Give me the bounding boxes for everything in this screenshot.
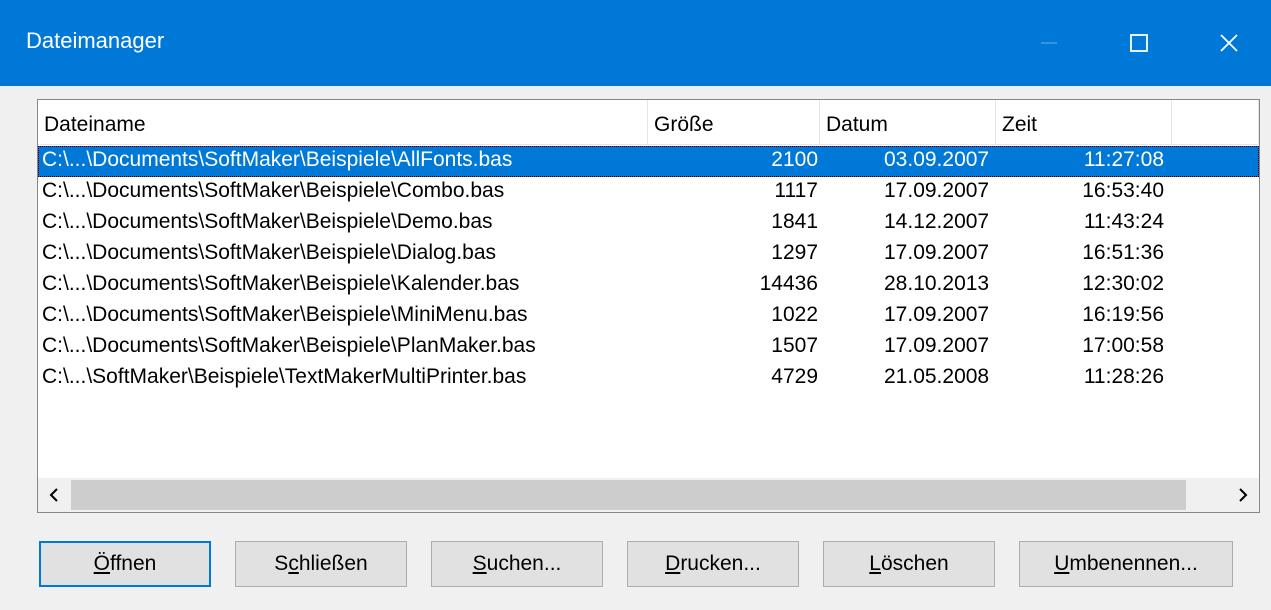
- file-name-cell: C:\...\Documents\SoftMaker\Beispiele\Com…: [42, 179, 505, 202]
- rename-button-label-post: mbenennen...: [1069, 552, 1198, 575]
- scrollbar-thumb[interactable]: [71, 480, 1186, 510]
- table-row[interactable]: C:\...\Documents\SoftMaker\Beispiele\Com…: [38, 177, 1259, 208]
- table-row[interactable]: C:\...\Documents\SoftMaker\Beispiele\All…: [38, 146, 1259, 177]
- file-size-cell: 1841: [771, 210, 818, 233]
- file-name-cell: C:\...\Documents\SoftMaker\Beispiele\Min…: [42, 303, 528, 326]
- print-button-label-post: rucken...: [680, 552, 761, 575]
- delete-button[interactable]: Löschen: [823, 541, 995, 587]
- table-row[interactable]: C:\...\Documents\SoftMaker\Beispiele\Dia…: [38, 239, 1259, 270]
- file-date-cell: 17.09.2007: [884, 334, 990, 357]
- column-header-filler: [1172, 100, 1259, 145]
- file-date-cell: 17.09.2007: [884, 179, 990, 202]
- horizontal-scrollbar[interactable]: [38, 478, 1259, 512]
- print-button[interactable]: Drucken...: [627, 541, 799, 587]
- close-button[interactable]: [1184, 0, 1271, 86]
- file-time-cell: 16:19:56: [1082, 303, 1164, 326]
- file-size-cell: 1297: [771, 241, 818, 264]
- file-time-cell: 11:27:08: [1083, 148, 1164, 171]
- file-date-cell: 17.09.2007: [884, 241, 990, 264]
- file-name-cell: C:\...\SoftMaker\Beispiele\TextMakerMult…: [42, 365, 527, 388]
- file-date-cell: 28.10.2013: [884, 272, 990, 295]
- close-icon: [1220, 34, 1238, 52]
- file-date-cell: 21.05.2008: [884, 365, 990, 388]
- chevron-right-icon: [1239, 488, 1248, 502]
- minimize-icon: [1041, 42, 1057, 44]
- file-name-cell: C:\...\Documents\SoftMaker\Beispiele\Dia…: [42, 241, 497, 264]
- table-row[interactable]: C:\...\Documents\SoftMaker\Beispiele\Kal…: [38, 270, 1259, 301]
- column-header-time[interactable]: Zeit: [996, 100, 1172, 145]
- list-header: Dateiname Größe Datum Zeit: [38, 100, 1259, 146]
- file-name-cell: C:\...\Documents\SoftMaker\Beispiele\Kal…: [42, 272, 520, 295]
- file-size-cell: 1117: [774, 179, 818, 202]
- scroll-right-button[interactable]: [1227, 478, 1259, 512]
- maximize-button[interactable]: [1094, 0, 1184, 86]
- file-size-cell: 1507: [771, 334, 818, 357]
- search-button[interactable]: Suchen...: [431, 541, 603, 587]
- column-header-name[interactable]: Dateiname: [38, 100, 648, 145]
- open-button-accelerator: Ö: [93, 552, 110, 575]
- file-time-cell: 11:28:26: [1083, 365, 1164, 388]
- open-button-label-post: ffnen: [110, 552, 157, 575]
- maximize-icon: [1130, 34, 1148, 52]
- rename-button[interactable]: Umbenennen...: [1019, 541, 1233, 587]
- delete-button-accelerator: L: [869, 552, 881, 575]
- file-size-cell: 14436: [759, 272, 818, 295]
- print-button-accelerator: D: [665, 552, 681, 575]
- file-list[interactable]: Dateiname Größe Datum Zeit C:\...\Docume…: [37, 99, 1260, 513]
- file-date-cell: 17.09.2007: [884, 303, 990, 326]
- table-row[interactable]: C:\...\SoftMaker\Beispiele\TextMakerMult…: [38, 363, 1259, 394]
- close-file-button[interactable]: Schließen: [235, 541, 407, 587]
- search-button-accelerator: S: [472, 552, 487, 575]
- file-time-cell: 16:51:36: [1082, 241, 1164, 264]
- search-button-label-post: uchen...: [486, 552, 562, 575]
- table-row[interactable]: C:\...\Documents\SoftMaker\Beispiele\Min…: [38, 301, 1259, 332]
- list-rows: C:\...\Documents\SoftMaker\Beispiele\All…: [38, 146, 1259, 394]
- close-button-label-post: hließen: [298, 552, 368, 575]
- file-name-cell: C:\...\Documents\SoftMaker\Beispiele\Dem…: [42, 210, 493, 233]
- table-row[interactable]: C:\...\Documents\SoftMaker\Beispiele\Dem…: [38, 208, 1259, 239]
- column-header-date[interactable]: Datum: [820, 100, 996, 145]
- file-name-cell: C:\...\Documents\SoftMaker\Beispiele\All…: [42, 148, 513, 171]
- delete-button-label-post: öschen: [880, 552, 949, 575]
- table-row[interactable]: C:\...\Documents\SoftMaker\Beispiele\Pla…: [38, 332, 1259, 363]
- file-name-cell: C:\...\Documents\SoftMaker\Beispiele\Pla…: [42, 334, 536, 357]
- minimize-button[interactable]: [1004, 0, 1094, 86]
- file-time-cell: 16:53:40: [1082, 179, 1164, 202]
- open-button[interactable]: Öffnen: [39, 541, 211, 587]
- chevron-left-icon: [49, 488, 58, 502]
- file-size-cell: 4729: [771, 365, 818, 388]
- file-manager-window: Dateimanager Dateiname Größe Datum Zeit …: [0, 0, 1271, 610]
- rename-button-accelerator: U: [1054, 552, 1070, 575]
- column-header-size[interactable]: Größe: [648, 100, 820, 145]
- file-size-cell: 2100: [771, 148, 818, 171]
- close-button-label-pre: S: [274, 552, 289, 575]
- file-date-cell: 03.09.2007: [884, 148, 990, 171]
- scroll-left-button[interactable]: [38, 478, 70, 512]
- title-bar[interactable]: Dateimanager: [0, 0, 1271, 86]
- window-title: Dateimanager: [26, 28, 165, 53]
- file-size-cell: 1022: [771, 303, 818, 326]
- file-time-cell: 12:30:02: [1082, 272, 1164, 295]
- close-button-accelerator: c: [288, 552, 299, 575]
- file-time-cell: 17:00:58: [1082, 334, 1164, 357]
- file-date-cell: 14.12.2007: [884, 210, 990, 233]
- file-time-cell: 11:43:24: [1083, 210, 1164, 233]
